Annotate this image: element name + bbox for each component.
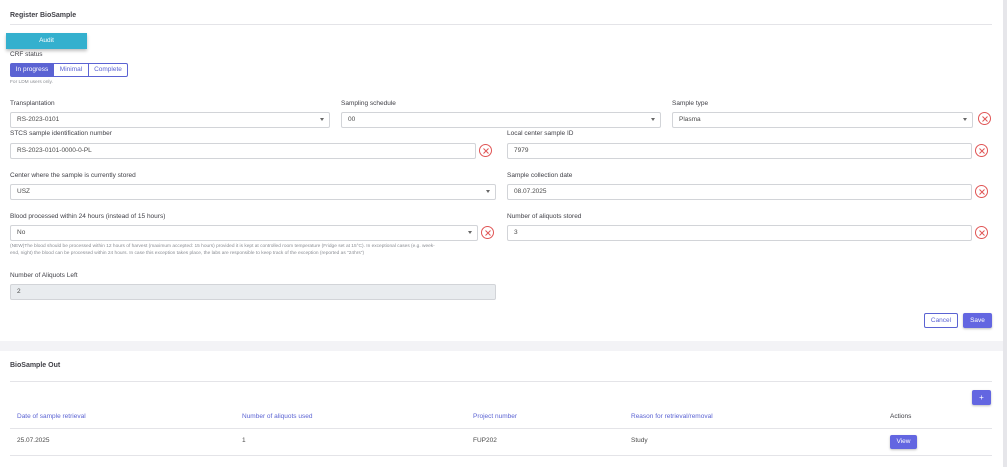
sample-type-label: Sample type [672, 100, 709, 107]
center-label: Center where the sample is currently sto… [10, 172, 136, 179]
plus-icon: + [979, 393, 984, 402]
crf-option-complete[interactable]: Complete [88, 63, 128, 77]
biosample-out-card: BioSample Out + Date of sample retrieval… [0, 351, 1003, 467]
table-header-divider [10, 428, 992, 429]
clear-blood-processed-icon[interactable] [481, 226, 494, 239]
stcs-id-label: STCS sample identification number [10, 130, 112, 137]
clear-aliquots-stored-icon[interactable] [975, 226, 988, 239]
column-header-reason[interactable]: Reason for retrieval/removal [631, 413, 713, 420]
title-divider [10, 24, 992, 25]
chevron-down-icon [486, 190, 490, 193]
section-divider [10, 381, 992, 382]
aliquots-left-label: Number of Aliquots Left [10, 272, 78, 279]
section-title: BioSample Out [10, 362, 61, 369]
scrollbar[interactable] [1003, 0, 1007, 467]
clear-collection-date-icon[interactable] [975, 185, 988, 198]
stcs-id-input[interactable]: RS-2023-0101-0000-0-PL [10, 143, 476, 159]
aliquots-stored-input[interactable]: 3 [507, 225, 972, 241]
table-row-divider [10, 455, 992, 456]
add-button[interactable]: + [972, 390, 991, 405]
cell-aliquots: 1 [242, 437, 246, 444]
blood-processed-note-line-1: (NEW)The blood should be processed withi… [10, 244, 435, 249]
clear-sample-type-icon[interactable] [978, 112, 991, 125]
clear-local-id-icon[interactable] [975, 144, 988, 157]
transplantation-label: Transplantation [10, 100, 55, 107]
center-value: USZ [17, 188, 30, 195]
blood-processed-label: Blood processed within 24 hours (instead… [10, 213, 166, 220]
center-select[interactable]: USZ [10, 184, 496, 200]
crf-note: For LDM users only. [10, 80, 53, 85]
sample-type-value: Plasma [679, 116, 701, 123]
chevron-down-icon [468, 231, 472, 234]
audit-button[interactable]: Audit [6, 33, 87, 49]
view-button[interactable]: View [890, 435, 917, 449]
chevron-down-icon [651, 118, 655, 121]
column-header-actions: Actions [890, 413, 912, 420]
column-header-project[interactable]: Project number [473, 413, 517, 420]
blood-processed-select[interactable]: No [10, 225, 478, 241]
column-header-date[interactable]: Date of sample retrieval [17, 413, 86, 420]
collection-date-input[interactable]: 08.07.2025 [507, 184, 972, 200]
sample-type-select[interactable]: Plasma [672, 112, 973, 128]
local-id-label: Local center sample ID [507, 130, 574, 137]
sampling-schedule-label: Sampling schedule [341, 100, 396, 107]
save-button[interactable]: Save [963, 313, 992, 328]
sampling-schedule-value: 00 [348, 116, 356, 123]
cancel-button[interactable]: Cancel [924, 313, 958, 328]
blood-processed-note: (NEW)The blood should be processed withi… [10, 244, 500, 257]
page-title: Register BioSample [10, 12, 77, 19]
crf-status-label: CRF status [10, 51, 43, 58]
aliquots-stored-label: Number of aliquots stored [507, 213, 582, 220]
crf-option-in-progress[interactable]: In progress [10, 63, 54, 77]
collection-date-label: Sample collection date [507, 172, 573, 179]
register-biosample-card: Register BioSample Audit CRF status In p… [0, 0, 1003, 341]
local-id-input[interactable]: 7979 [507, 143, 972, 159]
transplantation-select[interactable]: RS-2023-0101 [10, 112, 330, 128]
crf-option-minimal[interactable]: Minimal [53, 63, 89, 77]
sampling-schedule-select[interactable]: 00 [341, 112, 661, 128]
blood-processed-note-line-2: end, night) the blood can be processed w… [10, 250, 365, 256]
chevron-down-icon [320, 118, 324, 121]
column-header-aliquots[interactable]: Number of aliquots used [242, 413, 312, 420]
blood-processed-value: No [17, 229, 26, 236]
cell-date: 25.07.2025 [17, 437, 50, 444]
clear-stcs-id-icon[interactable] [479, 144, 492, 157]
cell-reason: Study [631, 437, 648, 444]
aliquots-left-input: 2 [10, 284, 496, 300]
cell-project: FUP202 [473, 437, 497, 444]
transplantation-value: RS-2023-0101 [17, 116, 60, 123]
chevron-down-icon [963, 118, 967, 121]
